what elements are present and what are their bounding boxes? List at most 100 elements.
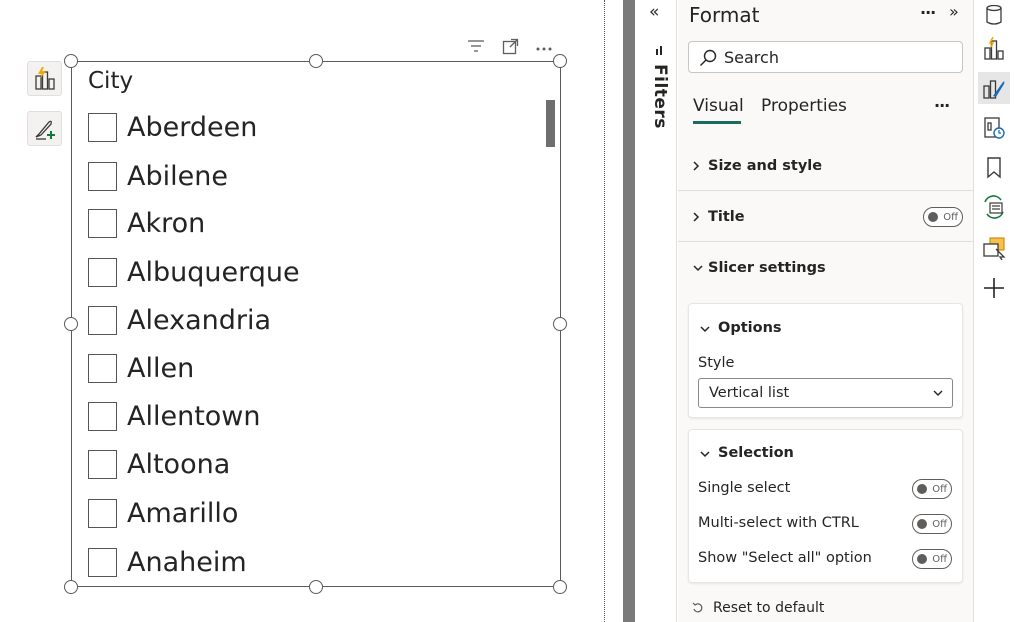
multi-select-ctrl-label: Multi-select with CTRL bbox=[698, 515, 859, 531]
checkbox[interactable] bbox=[88, 353, 117, 383]
style-dropdown[interactable]: Vertical list bbox=[698, 378, 953, 408]
resize-handle[interactable] bbox=[309, 54, 323, 68]
toggle-state: Off bbox=[932, 553, 947, 565]
slicer-item[interactable]: Akron bbox=[88, 205, 205, 241]
chevron-right-icon bbox=[693, 211, 700, 222]
more-options-icon[interactable] bbox=[536, 40, 552, 52]
section-title[interactable]: Title Off bbox=[678, 192, 973, 242]
options-card-title[interactable]: Options bbox=[718, 320, 782, 336]
chevron-down-icon bbox=[693, 265, 703, 272]
resize-handle[interactable] bbox=[553, 580, 567, 594]
pane-splitter[interactable] bbox=[623, 0, 635, 622]
chevron-right-icon bbox=[693, 160, 700, 171]
chevron-down-icon[interactable] bbox=[699, 450, 711, 458]
selection-icon bbox=[983, 237, 1006, 261]
slicer-item-label: Anaheim bbox=[127, 546, 247, 578]
selection-pane-button[interactable] bbox=[978, 232, 1010, 264]
slicer-item[interactable]: Allen bbox=[88, 350, 194, 386]
checkbox[interactable] bbox=[88, 112, 117, 142]
resize-handle[interactable] bbox=[64, 317, 78, 331]
performance-analyzer-button[interactable] bbox=[978, 112, 1010, 144]
data-pane-button[interactable] bbox=[978, 0, 1010, 32]
performance-analyzer-icon bbox=[984, 117, 1005, 139]
slicer-scrollbar[interactable] bbox=[546, 100, 555, 147]
focus-mode-icon[interactable] bbox=[502, 38, 519, 55]
select-all-option-label: Show "Select all" option bbox=[698, 550, 872, 566]
canvas-gutter bbox=[605, 0, 623, 622]
filter-list-icon bbox=[654, 41, 666, 55]
add-pane-button[interactable] bbox=[978, 272, 1010, 304]
slicer-item-label: Aberdeen bbox=[127, 111, 258, 143]
build-visual-pane-button[interactable] bbox=[978, 33, 1010, 65]
slicer-item-label: Allentown bbox=[127, 400, 261, 432]
style-label: Style bbox=[698, 355, 735, 371]
reset-to-default-link[interactable]: Reset to default bbox=[713, 600, 824, 616]
toggle-state: Off bbox=[932, 518, 947, 530]
selection-card-title[interactable]: Selection bbox=[718, 445, 794, 461]
checkbox[interactable] bbox=[88, 305, 117, 335]
build-visual-button[interactable] bbox=[27, 61, 62, 96]
select-all-option-toggle[interactable]: Off bbox=[912, 549, 952, 569]
single-select-toggle[interactable]: Off bbox=[912, 479, 952, 499]
slicer-item-label: Altoona bbox=[127, 448, 231, 480]
collapse-filters-icon[interactable]: « bbox=[649, 2, 659, 22]
resize-handle[interactable] bbox=[309, 580, 323, 594]
expand-pane-icon[interactable]: » bbox=[949, 2, 959, 21]
slicer-item[interactable]: Aberdeen bbox=[88, 109, 257, 145]
resize-handle[interactable] bbox=[553, 54, 567, 68]
bookmarks-button[interactable] bbox=[978, 152, 1010, 184]
format-pane-title: Format bbox=[689, 3, 760, 27]
slicer-item[interactable]: Albuquerque bbox=[88, 254, 300, 290]
tabs-more-icon[interactable]: ··· bbox=[934, 96, 950, 115]
slicer-header: City bbox=[88, 68, 134, 94]
sync-slicers-icon bbox=[984, 195, 1004, 219]
checkbox[interactable] bbox=[88, 498, 117, 528]
resize-handle[interactable] bbox=[553, 317, 567, 331]
resize-handle[interactable] bbox=[64, 54, 78, 68]
resize-handle[interactable] bbox=[64, 580, 78, 594]
slicer-item[interactable]: Anaheim bbox=[88, 544, 247, 580]
build-visual-icon bbox=[34, 66, 55, 90]
format-pane-button[interactable] bbox=[978, 72, 1010, 104]
checkbox[interactable] bbox=[88, 161, 117, 191]
filters-label[interactable]: Filters bbox=[646, 64, 670, 134]
chevron-down-icon[interactable] bbox=[699, 325, 711, 333]
tab-properties[interactable]: Properties bbox=[761, 96, 847, 116]
style-dropdown-value: Vertical list bbox=[709, 385, 790, 401]
active-tab-indicator bbox=[693, 121, 741, 124]
checkbox[interactable] bbox=[88, 449, 117, 479]
search-box[interactable]: Search bbox=[688, 41, 963, 73]
slicer-item[interactable]: Altoona bbox=[88, 446, 230, 482]
checkbox[interactable] bbox=[88, 257, 117, 287]
slicer-item[interactable]: Abilene bbox=[88, 158, 228, 194]
more-options-icon[interactable]: ··· bbox=[920, 3, 936, 22]
section-label: Slicer settings bbox=[708, 260, 826, 276]
reset-icon[interactable] bbox=[692, 602, 704, 614]
search-icon bbox=[700, 49, 717, 66]
checkbox[interactable] bbox=[88, 547, 117, 577]
section-size-and-style[interactable]: Size and style bbox=[678, 141, 973, 191]
section-slicer-settings[interactable]: Slicer settings bbox=[678, 243, 973, 293]
checkbox[interactable] bbox=[88, 401, 117, 431]
sync-slicers-button[interactable] bbox=[978, 191, 1010, 223]
checkbox[interactable] bbox=[88, 208, 117, 238]
slicer-item[interactable]: Alexandria bbox=[88, 302, 271, 338]
section-label: Title bbox=[708, 208, 745, 225]
multi-select-ctrl-toggle[interactable]: Off bbox=[912, 514, 952, 534]
slicer-item[interactable]: Allentown bbox=[88, 398, 261, 434]
build-visual-icon bbox=[984, 37, 1004, 60]
tab-visual[interactable]: Visual bbox=[693, 96, 744, 116]
single-select-label: Single select bbox=[698, 480, 791, 496]
slicer-item-label: Amarillo bbox=[127, 497, 239, 529]
filter-icon[interactable] bbox=[467, 38, 485, 54]
add-icon bbox=[984, 278, 1004, 298]
slicer-item-label: Allen bbox=[127, 352, 195, 384]
toggle-state: Off bbox=[932, 483, 947, 495]
format-visual-icon bbox=[983, 80, 1005, 99]
toggle-state: Off bbox=[943, 211, 958, 223]
title-toggle[interactable]: Off bbox=[923, 207, 963, 227]
slicer-item-label: Albuquerque bbox=[127, 256, 300, 288]
slicer-item[interactable]: Amarillo bbox=[88, 495, 238, 531]
search-placeholder: Search bbox=[724, 48, 779, 67]
format-visual-button[interactable] bbox=[27, 111, 62, 146]
